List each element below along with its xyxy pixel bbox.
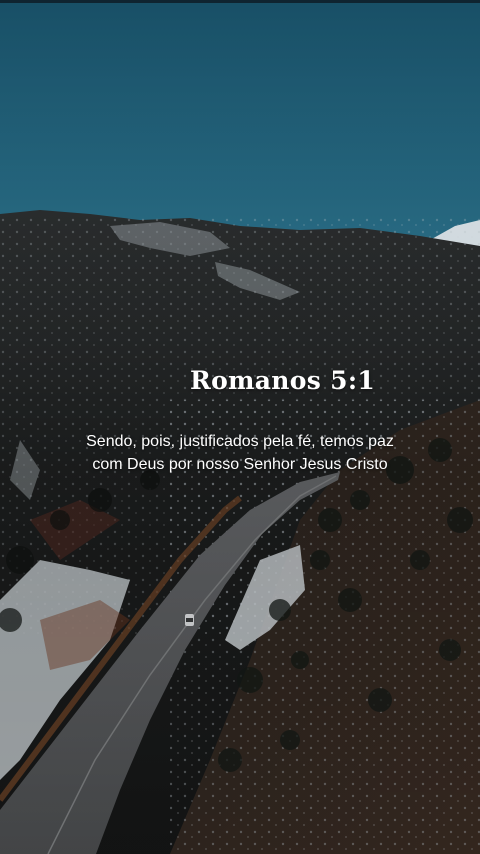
- aerial-mountain-road-photo: [0, 0, 480, 854]
- verse-line: com Deus por nosso Senhor Jesus Cristo: [92, 456, 388, 473]
- verse-text: Sendo, pois, justificados pela fé, temos…: [72, 430, 408, 476]
- verse-line: Sendo, pois, justificados pela fé, temos…: [86, 433, 394, 450]
- video-frame: Romanos 5:1 Sendo, pois, justificados pe…: [0, 0, 480, 854]
- verse-reference: Romanos 5:1: [190, 366, 376, 395]
